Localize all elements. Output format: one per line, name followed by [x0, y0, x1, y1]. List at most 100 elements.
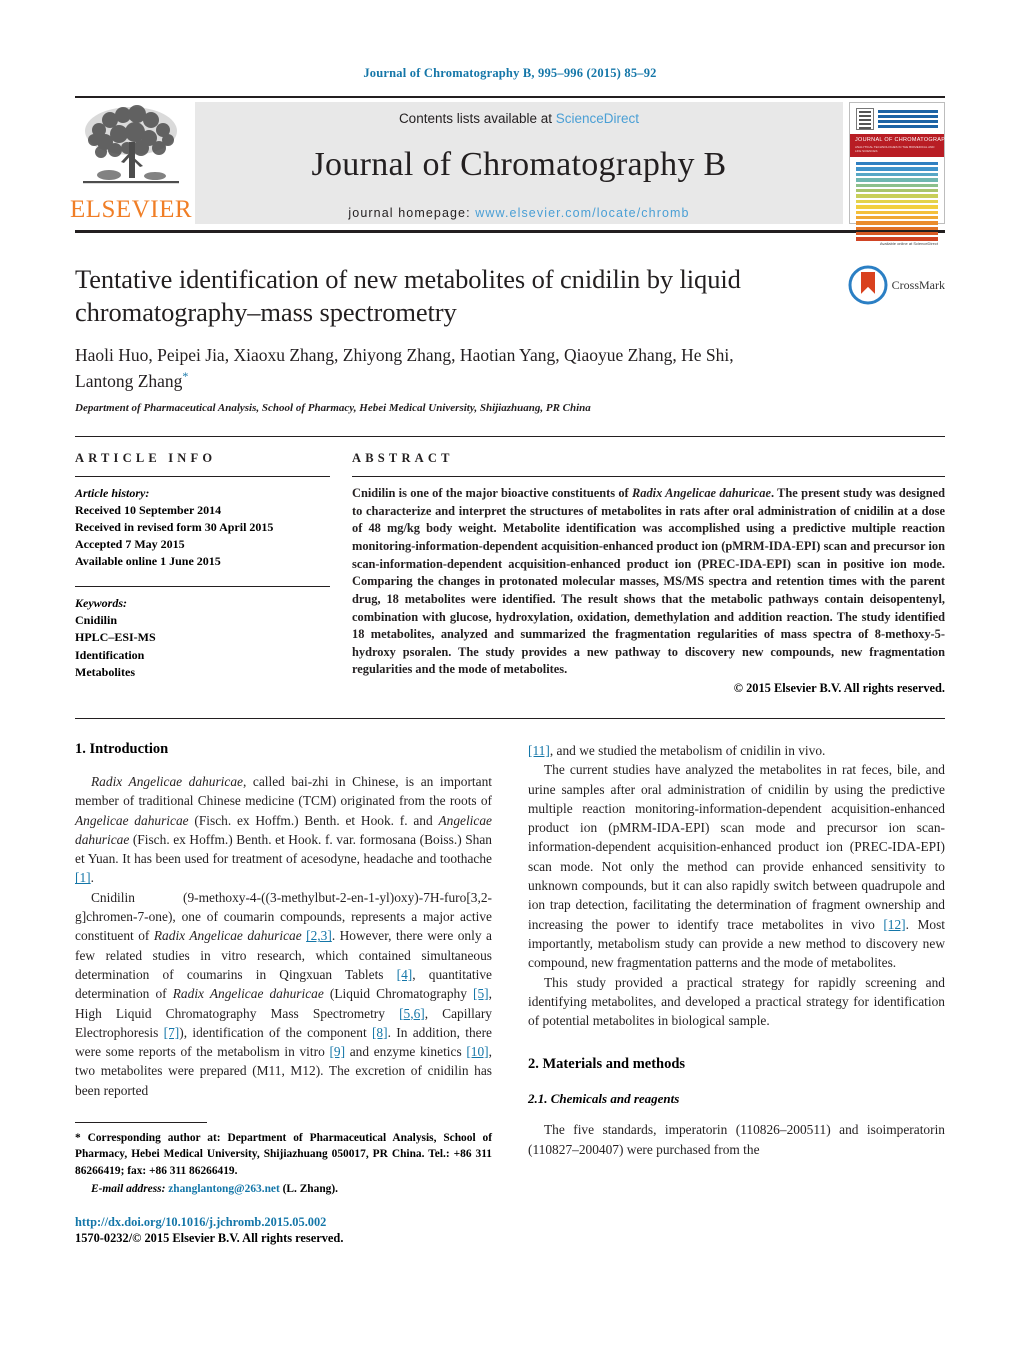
elsevier-logo: ELSEVIER [70, 102, 192, 224]
journal-cover-thumbnail[interactable]: JOURNAL OF CHROMATOGRAPHY B ANALYTICAL T… [849, 102, 960, 246]
crossmark-icon [848, 265, 888, 305]
running-head: Journal of Chromatography B, 995–996 (20… [363, 66, 657, 80]
intro-p1-text-3: (Fisch. ex Hoffm.) Benth. et Hook. f. va… [75, 831, 492, 867]
corresponding-author-footnote: * Corresponding author at: Department of… [75, 1132, 492, 1177]
abstract-part-2: . The present study was designed to char… [352, 486, 945, 677]
reference-link-4[interactable]: [4] [397, 967, 413, 982]
intro-paragraph-4: This study provided a practical strategy… [528, 974, 945, 1029]
body-column-gap [492, 741, 528, 1159]
cover-band-title: JOURNAL OF CHROMATOGRAPHY B [855, 137, 960, 143]
intro-p2-species-2: Radix Angelicae dahuricae [172, 986, 324, 1002]
reference-link-10[interactable]: [10] [466, 1044, 488, 1059]
history-revised: Received in revised form 30 April 2015 [75, 520, 274, 535]
author-list: Haoli Huo, Peipei Jia, Xiaoxu Zhang, Zhi… [75, 344, 775, 393]
abstract-part-1: Cnidilin is one of the major bioactive c… [352, 486, 632, 501]
doi-link[interactable]: http://dx.doi.org/10.1016/j.jchromb.2015… [75, 1215, 495, 1230]
footnote-rule [75, 1122, 207, 1123]
journal-masthead: ELSEVIER Contents lists available at Sci… [70, 102, 960, 246]
body-top-rule [75, 717, 945, 719]
article-info-column: ARTICLE INFO Article history: Received 1… [75, 451, 330, 696]
intro-p3-text-1: The current studies have analyzed the me… [528, 762, 945, 932]
keyword-item: HPLC–ESI-MS [75, 630, 156, 645]
cover-footer-text: Available online at ScienceDirect [879, 240, 938, 246]
reference-link-12[interactable]: [12] [883, 917, 905, 932]
article-info-rule [75, 476, 330, 478]
crossmark-badge[interactable]: CrossMark [848, 265, 945, 305]
doi-block: http://dx.doi.org/10.1016/j.jchromb.2015… [75, 1215, 495, 1246]
reference-link-11[interactable]: [11] [528, 743, 550, 758]
article-page: Journal of Chromatography B, 995–996 (20… [0, 0, 1020, 1351]
intro-p2-text-12: , and we studied the metabolism of cnidi… [549, 742, 826, 758]
cover-mini-logo-icon [856, 108, 874, 130]
keywords-label: Keywords: [75, 596, 127, 611]
homepage-url[interactable]: www.elsevier.com/locate/chromb [475, 206, 689, 220]
reference-link-1[interactable]: [1] [75, 870, 91, 885]
section-heading-introduction: 1. Introduction [75, 740, 169, 757]
abstract-text: Cnidilin is one of the major bioactive c… [352, 485, 945, 679]
email-footnote: E-mail address: zhanglantong@263.net (L.… [75, 1181, 492, 1197]
masthead-top-rule [75, 96, 945, 98]
intro-p1-text-4: . [90, 870, 94, 886]
email-suffix: (L. Zhang). [279, 1183, 338, 1196]
title-block: Tentative identification of new metaboli… [75, 263, 945, 414]
history-online: Available online 1 June 2015 [75, 554, 221, 569]
materials-paragraph-1: The five standards, imperatorin (110826–… [528, 1122, 945, 1157]
cover-band-subtitle: ANALYTICAL TECHNOLOGIES IN THE BIOMEDICA… [855, 145, 935, 153]
history-accepted: Accepted 7 May 2015 [75, 537, 185, 552]
email-label: E-mail address: [91, 1183, 166, 1196]
issn-copyright-line: 1570-0232/© 2015 Elsevier B.V. All right… [75, 1231, 344, 1245]
intro-p2-species-1: Radix Angelicae dahuricae [153, 928, 302, 944]
intro-paragraph-2: Cnidilin (9-methoxy-4-((3-methylbut-2-en… [75, 888, 492, 1100]
abstract-heading: ABSTRACT [352, 451, 454, 466]
reference-link-56[interactable]: [5,6] [399, 1006, 425, 1021]
homepage-prefix: journal homepage: [348, 205, 471, 220]
crossmark-label: CrossMark [891, 277, 945, 292]
page-title: Tentative identification of new metaboli… [75, 264, 741, 327]
column-gap [330, 451, 352, 696]
corresponding-author-marker[interactable]: * [182, 369, 188, 383]
footnote-block: * Corresponding author at: Department of… [75, 1122, 492, 1198]
body-right-column: [11], and we studied the metabolism of c… [528, 741, 945, 1159]
keyword-item: Identification [75, 647, 145, 662]
intro-paragraph-2-cont: [11], and we studied the metabolism of c… [528, 741, 945, 760]
cover-blue-bars [878, 108, 938, 130]
sciencedirect-link[interactable]: ScienceDirect [556, 111, 639, 126]
keywords-rule [75, 586, 330, 588]
journal-title: Journal of Chromatography B [311, 145, 727, 183]
reference-link-8[interactable]: [8] [372, 1025, 388, 1040]
authors-names: Haoli Huo, Peipei Jia, Xiaoxu Zhang, Zhi… [75, 345, 734, 391]
subsection-heading-chemicals: 2.1. Chemicals and reagents [528, 1091, 680, 1107]
keywords-block: Keywords: Cnidilin HPLC–ESI-MS Identific… [75, 586, 330, 680]
reference-link-7[interactable]: [7] [164, 1025, 180, 1040]
reference-link-5[interactable]: [5] [473, 986, 489, 1001]
reference-link-9[interactable]: [9] [329, 1044, 345, 1059]
cover-spectrum-bars [856, 162, 938, 241]
intro-paragraph-3: The current studies have analyzed the me… [528, 760, 945, 972]
cover-red-band: JOURNAL OF CHROMATOGRAPHY B ANALYTICAL T… [850, 134, 960, 157]
abstract-copyright: © 2015 Elsevier B.V. All rights reserved… [733, 680, 945, 695]
contents-available-line: Contents lists available at ScienceDirec… [399, 111, 639, 126]
intro-p2-text-5: (Liquid Chromatography [323, 986, 474, 1002]
elsevier-tree-icon [83, 105, 179, 184]
masthead-center: Contents lists available at ScienceDirec… [195, 102, 843, 224]
journal-homepage-line: journal homepage: www.elsevier.com/locat… [348, 206, 689, 220]
section-heading-materials: 2. Materials and methods [528, 1056, 686, 1073]
abstract-species-name: Radix Angelicae dahuricae [631, 486, 771, 501]
intro-p2-text-10: and enzyme kinetics [345, 1044, 467, 1060]
abstract-rule [352, 476, 945, 478]
cover-top-bars [856, 108, 938, 130]
intro-paragraph-1: Radix Angelicae dahuricae, called bai-zh… [75, 772, 492, 888]
body-left-column: 1. Introduction Radix Angelicae dahurica… [75, 741, 492, 1159]
masthead-bottom-rule [75, 230, 945, 233]
article-history-label: Article history: [75, 486, 150, 501]
intro-p1-text-2: (Fisch. ex Hoffm.) Benth. et Hook. f. an… [188, 812, 439, 828]
affiliation: Department of Pharmaceutical Analysis, S… [75, 402, 591, 415]
email-link[interactable]: zhanglantong@263.net [168, 1183, 280, 1195]
keyword-item: Cnidilin [75, 613, 118, 628]
reference-link-23[interactable]: [2,3] [306, 928, 332, 943]
elsevier-wordmark: ELSEVIER [69, 196, 193, 223]
history-received: Received 10 September 2014 [75, 503, 222, 518]
info-abstract-row: ARTICLE INFO Article history: Received 1… [75, 451, 945, 696]
title-rule [75, 436, 945, 438]
abstract-column: ABSTRACT Cnidilin is one of the major bi… [352, 451, 945, 696]
